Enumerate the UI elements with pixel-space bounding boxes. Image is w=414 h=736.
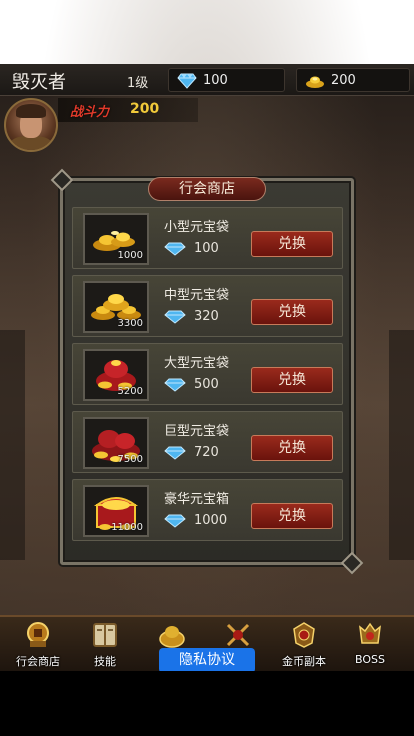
crossed-swords-icon xyxy=(226,623,250,647)
item-price: 100 xyxy=(194,241,219,256)
diamond-icon xyxy=(164,378,186,392)
nav-gold-dungeon[interactable]: 金币副本 xyxy=(274,621,334,671)
combat-power-bar: 战斗力 200 xyxy=(58,98,198,122)
item-quantity: 3300 xyxy=(117,318,143,329)
player-name: 毁灭者 xyxy=(12,72,66,93)
item-thumbnail: 11000 xyxy=(83,485,149,537)
exchange-button[interactable]: 兑换 xyxy=(251,299,333,325)
diamond-counter[interactable]: 100 xyxy=(168,68,285,92)
guild-shop-panel: 行会商店 1000 小型元宝袋 100 兑换 3300 中型元宝袋 320 兑换… xyxy=(60,177,354,565)
item-thumbnail: 5200 xyxy=(83,349,149,401)
nav-label: 行会商店 xyxy=(16,655,60,668)
skill-book-icon xyxy=(93,623,117,647)
nav-label: 技能 xyxy=(94,655,116,668)
gold-ingot-icon xyxy=(306,76,324,88)
diamond-icon xyxy=(164,310,186,324)
shop-item-row: 5200 大型元宝袋 500 兑换 xyxy=(72,343,343,405)
nav-boss[interactable]: BOSS xyxy=(340,621,400,671)
shop-item-row: 11000 豪华元宝箱 1000 兑换 xyxy=(72,479,343,541)
guild-shop-icon xyxy=(27,622,49,647)
nav-skills[interactable]: 技能 xyxy=(75,621,135,671)
item-name: 大型元宝袋 xyxy=(164,356,230,371)
privacy-policy-button[interactable]: 隐私协议 xyxy=(159,648,255,673)
exchange-button[interactable]: 兑换 xyxy=(251,435,333,461)
item-name: 中型元宝袋 xyxy=(164,288,230,303)
shop-title: 行会商店 xyxy=(179,181,235,197)
diamond-icon xyxy=(164,446,186,460)
exchange-button[interactable]: 兑换 xyxy=(251,367,333,393)
item-thumbnail: 7500 xyxy=(83,417,149,469)
item-name: 豪华元宝箱 xyxy=(164,492,230,507)
shop-title-banner: 行会商店 xyxy=(148,177,266,201)
top-bar: 毁灭者 1级 100 200 xyxy=(0,64,414,96)
shop-item-row: 3300 中型元宝袋 320 兑换 xyxy=(72,275,343,337)
nav-label: BOSS xyxy=(355,653,385,666)
item-price: 320 xyxy=(194,309,219,324)
diamond-icon xyxy=(164,514,186,528)
item-thumbnail: 1000 xyxy=(83,213,149,265)
item-quantity: 11000 xyxy=(111,522,143,533)
gold-dungeon-icon xyxy=(293,622,315,648)
item-price: 1000 xyxy=(194,513,228,528)
diamond-icon xyxy=(164,242,186,256)
exchange-button[interactable]: 兑换 xyxy=(251,231,333,257)
item-quantity: 1000 xyxy=(117,250,143,261)
item-price: 500 xyxy=(194,377,219,392)
bottom-safe-area xyxy=(0,671,414,736)
player-avatar[interactable] xyxy=(4,98,58,152)
gold-count: 200 xyxy=(331,73,356,88)
item-quantity: 5200 xyxy=(117,386,143,397)
gold-counter[interactable]: 200 xyxy=(296,68,410,92)
item-name: 小型元宝袋 xyxy=(164,220,230,235)
shop-item-row: 1000 小型元宝袋 100 兑换 xyxy=(72,207,343,269)
diamond-count: 100 xyxy=(203,73,228,88)
player-level: 1级 xyxy=(127,76,149,91)
item-name: 巨型元宝袋 xyxy=(164,424,230,439)
diamond-icon xyxy=(177,73,197,89)
shop-item-row: 7500 巨型元宝袋 720 兑换 xyxy=(72,411,343,473)
nav-label: 金币副本 xyxy=(282,655,326,668)
combat-power-label: 战斗力 xyxy=(70,105,110,120)
combat-power-value: 200 xyxy=(130,101,160,117)
item-thumbnail: 3300 xyxy=(83,281,149,333)
boss-icon xyxy=(359,622,381,644)
treasure-icon xyxy=(159,626,185,648)
item-price: 720 xyxy=(194,445,219,460)
item-quantity: 7500 xyxy=(117,454,143,465)
exchange-button[interactable]: 兑换 xyxy=(251,503,333,529)
nav-guild-shop[interactable]: 行会商店 xyxy=(8,621,68,671)
